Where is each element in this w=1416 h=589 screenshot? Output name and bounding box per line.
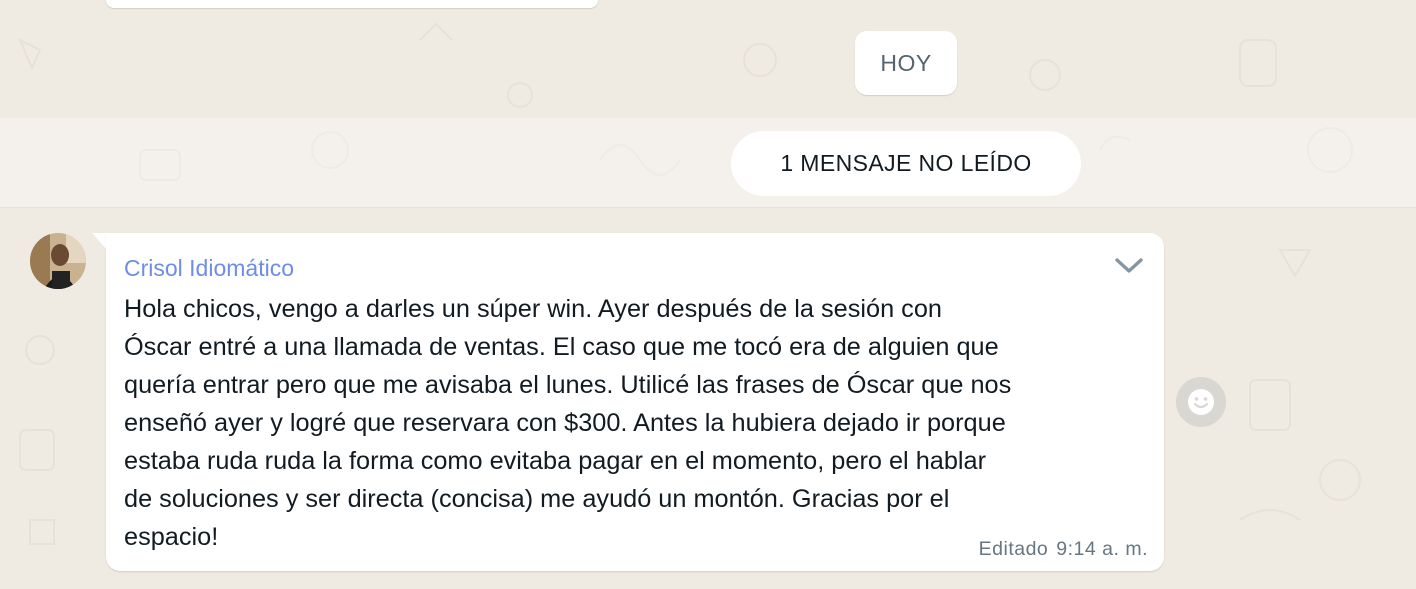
unread-banner: 1 MENSAJE NO LEÍDO (731, 131, 1081, 196)
avatar-photo (30, 233, 86, 289)
previous-message-bubble (106, 0, 598, 8)
message-time: 9:14 a. m. (1056, 538, 1148, 560)
date-separator: HOY (855, 31, 957, 95)
react-button[interactable] (1176, 377, 1226, 427)
sender-name[interactable]: Crisol Idiomático (124, 255, 294, 282)
message-menu-button[interactable] (1112, 251, 1146, 281)
sender-avatar[interactable] (30, 233, 86, 289)
unread-divider (0, 118, 1416, 208)
chevron-down-icon (1115, 258, 1143, 273)
message-meta: Editado 9:14 a. m. (979, 538, 1148, 561)
message-bubble[interactable]: Crisol Idiomático Hola chicos, vengo a d… (106, 233, 1164, 571)
edited-label: Editado (978, 538, 1049, 560)
smiley-icon (1188, 389, 1214, 415)
message-text: Hola chicos, vengo a darles un súper win… (124, 295, 1012, 551)
